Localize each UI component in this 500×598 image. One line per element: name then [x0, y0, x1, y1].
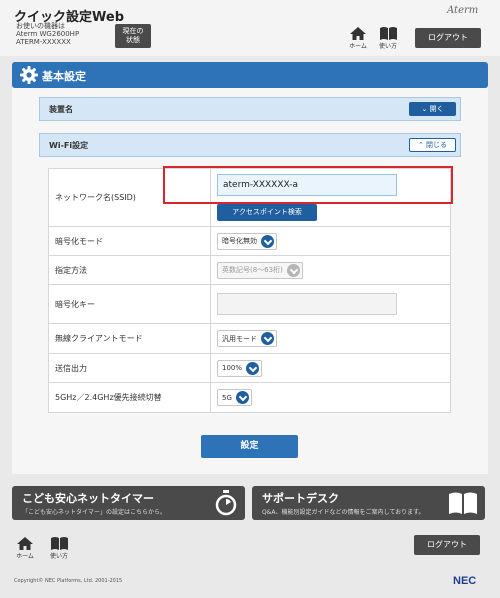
home-icon	[350, 27, 366, 40]
book-icon	[379, 27, 397, 40]
chevron-down-icon	[235, 391, 249, 404]
ssid-input[interactable]	[217, 174, 397, 196]
gear-icon	[20, 66, 38, 84]
method-value: 英数記号(8〜63桁)	[222, 266, 283, 274]
encryption-key-input[interactable]	[217, 293, 397, 315]
footer-logout-button[interactable]: ログアウト	[414, 535, 480, 555]
chevron-down-icon	[261, 332, 274, 345]
ssid-cell: アクセスポイント検索	[210, 168, 451, 227]
footer-home-label: ホーム	[16, 553, 34, 560]
current-status-button[interactable]: 現在の 状態	[115, 24, 151, 48]
chevron-down-icon	[246, 361, 260, 375]
close-button-label: 閉じる	[426, 141, 448, 149]
method-select[interactable]: 英数記号(8〜63桁)	[217, 261, 303, 279]
status-button-line1: 現在の	[122, 27, 144, 35]
logout-button[interactable]: ログアウト	[415, 28, 481, 48]
nec-logo: NEC	[453, 575, 477, 587]
help-button[interactable]: 使い方	[375, 27, 401, 50]
book-icon	[50, 537, 68, 550]
client-mode-cell: 汎用モード	[210, 323, 451, 354]
key-label: 暗号化キー	[48, 284, 211, 324]
tx-power-cell: 100%	[210, 353, 451, 383]
encryption-cell: 暗号化無効	[210, 226, 451, 256]
timer-description: 「こども安心ネットタイマー」の設定はこちらから。	[22, 509, 167, 516]
band-row: 5GHz／2.4GHz優先接続切替 5G	[48, 382, 451, 413]
footer-help-button[interactable]: 使い方	[46, 537, 72, 560]
stopwatch-icon	[215, 490, 237, 516]
client-mode-select[interactable]: 汎用モード	[217, 330, 277, 347]
support-title: サポートデスク	[262, 492, 339, 505]
header: クイック設定Web お使いの機器は Aterm WG2600HP ATERM-X…	[0, 0, 500, 56]
device-model: Aterm WG2600HP	[16, 30, 80, 38]
accordion-device-name[interactable]: 装置名 ⌄ 開く	[39, 97, 461, 121]
section-header: 基本設定	[12, 62, 488, 88]
tx-power-row: 送信出力 100%	[48, 353, 451, 383]
home-button[interactable]: ホーム	[345, 27, 371, 50]
save-button[interactable]: 設定	[201, 435, 298, 458]
status-button-line2: 状態	[126, 36, 140, 44]
encryption-row: 暗号化モード 暗号化無効	[48, 226, 451, 256]
chevron-down-icon	[261, 234, 274, 248]
encryption-label: 暗号化モード	[48, 226, 211, 256]
tx-power-select[interactable]: 100%	[217, 359, 263, 377]
client-mode-value: 汎用モード	[222, 334, 257, 343]
client-mode-label: 無線クライアントモード	[48, 323, 211, 354]
section-title: 基本設定	[42, 70, 86, 83]
open-button-label: 開く	[429, 105, 444, 113]
tx-power-label: 送信出力	[48, 353, 211, 383]
band-select[interactable]: 5G	[217, 389, 252, 406]
band-label: 5GHz／2.4GHz優先接続切替	[48, 382, 211, 413]
close-button[interactable]: ⌃ 閉じる	[409, 138, 456, 152]
accordion-label: 装置名	[49, 105, 73, 114]
device-info-line: お使いの機器は	[16, 22, 65, 30]
book-icon	[449, 492, 477, 514]
brand-logo: Aterm	[447, 5, 479, 16]
timer-title: こども安心ネットタイマー	[22, 492, 154, 505]
tx-power-value: 100%	[222, 364, 243, 372]
wifi-settings-form: ネットワーク名(SSID) アクセスポイント検索 暗号化モード 暗号化無効 指定…	[48, 168, 451, 413]
open-button[interactable]: ⌄ 開く	[409, 102, 456, 116]
client-mode-row: 無線クライアントモード 汎用モード	[48, 323, 451, 354]
child-net-timer-banner[interactable]: こども安心ネットタイマー 「こども安心ネットタイマー」の設定はこちらから。	[12, 486, 245, 520]
footer-help-label: 使い方	[49, 553, 68, 560]
ssid-label: ネットワーク名(SSID)	[48, 168, 211, 227]
help-label: 使い方	[378, 43, 397, 50]
encryption-value: 暗号化無効	[222, 237, 257, 245]
key-cell	[210, 284, 451, 324]
band-value: 5G	[222, 393, 232, 402]
copyright: Copyright© NEC Platforms, Ltd. 2001-2015	[14, 578, 123, 584]
key-row: 暗号化キー	[48, 284, 451, 324]
accordion-label: Wi-Fi設定	[49, 141, 89, 150]
support-desk-banner[interactable]: サポートデスク Q&A、機能別設定ガイドなどの情報をご案内しております。	[252, 486, 485, 520]
chevron-down-icon	[286, 263, 300, 277]
device-id: ATERM-XXXXXX	[16, 38, 71, 46]
method-label: 指定方法	[48, 255, 211, 285]
home-icon	[17, 537, 33, 550]
home-label: ホーム	[349, 43, 367, 50]
footer-home-button[interactable]: ホーム	[12, 537, 38, 560]
method-cell: 英数記号(8〜63桁)	[210, 255, 451, 285]
method-row: 指定方法 英数記号(8〜63桁)	[48, 255, 451, 285]
access-point-search-button[interactable]: アクセスポイント検索	[217, 204, 317, 221]
band-cell: 5G	[210, 382, 451, 413]
encryption-select[interactable]: 暗号化無効	[217, 232, 277, 250]
ssid-row: ネットワーク名(SSID) アクセスポイント検索	[48, 168, 451, 227]
support-description: Q&A、機能別設定ガイドなどの情報をご案内しております。	[262, 509, 425, 516]
accordion-wifi-settings[interactable]: Wi-Fi設定 ⌃ 閉じる	[39, 133, 461, 157]
device-info: お使いの機器は Aterm WG2600HP ATERM-XXXXXX	[16, 22, 79, 46]
